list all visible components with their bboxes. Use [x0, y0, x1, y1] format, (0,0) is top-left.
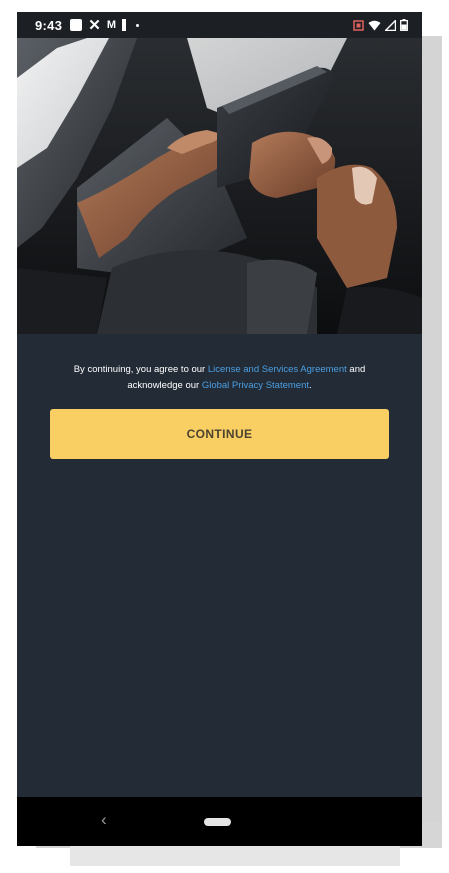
dot-icon — [135, 23, 139, 27]
privacy-statement-link[interactable]: Global Privacy Statement — [202, 380, 309, 391]
agreement-text: By continuing, you agree to our License … — [47, 362, 392, 394]
status-time: 9:43 — [35, 17, 63, 33]
wifi-icon — [368, 20, 381, 30]
hands-holding-phone-photo — [17, 38, 422, 334]
license-agreement-link[interactable]: License and Services Agreement — [208, 364, 347, 375]
back-icon[interactable]: ‹ — [101, 811, 107, 828]
agreement-prefix: By continuing, you agree to our — [73, 364, 208, 375]
agreement-suffix: . — [309, 380, 312, 391]
battery-saver-icon — [121, 19, 126, 31]
hero-image — [17, 38, 422, 334]
home-pill-icon[interactable] — [204, 818, 231, 826]
phone-screen: 9:43 ✕ M By continuing, you agree to our… — [17, 12, 422, 846]
status-system-icons — [353, 12, 408, 38]
frame-shadow — [70, 846, 400, 866]
navigation-bar: ‹ — [17, 797, 422, 846]
battery-icon — [400, 19, 408, 31]
status-bar: 9:43 ✕ M — [17, 12, 422, 38]
frame-shadow — [420, 36, 442, 826]
continue-button[interactable]: CONTINUE — [50, 409, 389, 459]
square-notification-icon — [70, 19, 83, 31]
status-notification-icons: ✕ M — [70, 18, 139, 33]
vibrate-icon — [353, 19, 364, 31]
signal-icon — [385, 19, 396, 31]
x-icon: ✕ — [88, 16, 101, 34]
gmail-icon: M — [106, 19, 116, 31]
